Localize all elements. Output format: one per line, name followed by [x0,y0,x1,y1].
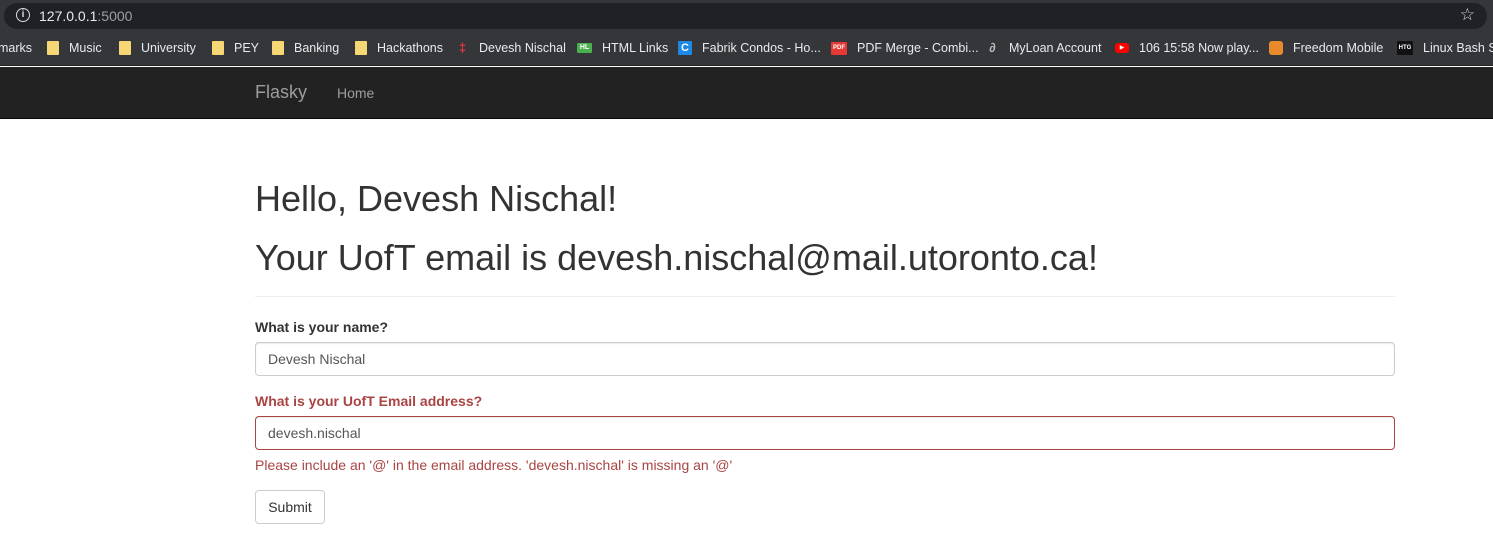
nav-home-link[interactable]: Home [337,85,374,101]
url-text[interactable]: 127.0.0.1:5000 [39,8,132,24]
folder-icon [47,41,59,55]
name-input[interactable] [255,342,1395,376]
email-error-message: Please include an '@' in the email addre… [255,457,733,473]
bookmark-label: 106 15:58 Now play... [1139,41,1259,55]
bookmark-folder-pey[interactable]: PEY [212,40,259,56]
divider [255,296,1395,297]
bookmark-fabrik-condos[interactable]: C Fabrik Condos - Ho... [678,40,821,56]
youtube-icon: ▶ [1115,43,1129,53]
bookmark-freedom-mobile[interactable]: Freedom Mobile [1269,40,1383,56]
bookmark-label: PDF Merge - Combi... [857,41,979,55]
bookmark-folder-banking[interactable]: Banking [272,40,339,56]
fabrik-icon: C [678,41,692,55]
bookmark-label: Linux Bash Sh [1423,41,1493,55]
email-input[interactable] [255,416,1395,450]
bookmark-label: Freedom Mobile [1293,41,1384,55]
bookmark-label: Devesh Nischal [479,41,566,55]
bookmark-devesh-nischal[interactable]: ‡ Devesh Nischal [456,40,566,56]
myloan-icon: ∂ [989,40,996,55]
bookmark-label: Fabrik Condos - Ho... [702,41,821,55]
email-label: What is your UofT Email address? [255,393,483,409]
bookmark-myloan[interactable]: ∂ MyLoan Account [986,40,1101,56]
bookmark-folder-hackathons[interactable]: Hackathons [355,40,443,56]
url-port: :5000 [97,8,133,24]
devesh-site-icon: ‡ [458,40,467,55]
bookmark-label: PEY [234,41,260,55]
bookmark-folder-university[interactable]: University [119,40,196,56]
bookmark-linux-bash[interactable]: HTG Linux Bash Sh [1397,40,1493,56]
browser-address-bar: i 127.0.0.1:5000 ☆ [0,0,1493,31]
bookmark-youtube[interactable]: ▶ 106 15:58 Now play... [1115,40,1259,56]
freedom-mobile-icon [1269,41,1283,55]
folder-icon [212,41,224,55]
bookmark-html-links[interactable]: HL HTML Links [577,40,668,56]
bookmark-folder-music[interactable]: Music [47,40,102,56]
html-links-icon: HL [577,43,592,53]
bookmark-label: MyLoan Account [1009,41,1102,55]
app-navbar: Flasky Home [0,67,1493,119]
email-message: Your UofT email is devesh.nischal@mail.u… [255,237,1098,278]
bookmark-label: Banking [294,41,340,55]
info-icon[interactable]: i [16,8,30,22]
submit-button[interactable]: Submit [255,490,325,524]
folder-icon [272,41,284,55]
bookmark-label: Music [69,41,102,55]
navbar-brand[interactable]: Flasky [255,82,307,103]
omnibox[interactable]: i 127.0.0.1:5000 ☆ [4,3,1487,29]
page-greeting: Hello, Devesh Nischal! [255,178,618,219]
bookmark-star-icon[interactable]: ☆ [1460,5,1475,25]
pdf-icon: PDF [831,41,847,55]
bookmark-label: Hackathons [377,41,444,55]
bookmark-label: University [141,41,196,55]
htg-icon: HTG [1397,41,1413,55]
bookmark-pdf-merge[interactable]: PDF PDF Merge - Combi... [831,40,979,56]
folder-icon [119,41,131,55]
bookmarks-bar: marks Music University PEY Banking Hacka… [0,31,1493,66]
folder-icon [355,41,367,55]
bookmark-label: HTML Links [602,41,669,55]
url-host: 127.0.0.1 [39,8,98,24]
name-label: What is your name? [255,319,389,335]
bookmark-label: marks [0,41,33,55]
bookmark-item[interactable]: marks [0,40,32,56]
